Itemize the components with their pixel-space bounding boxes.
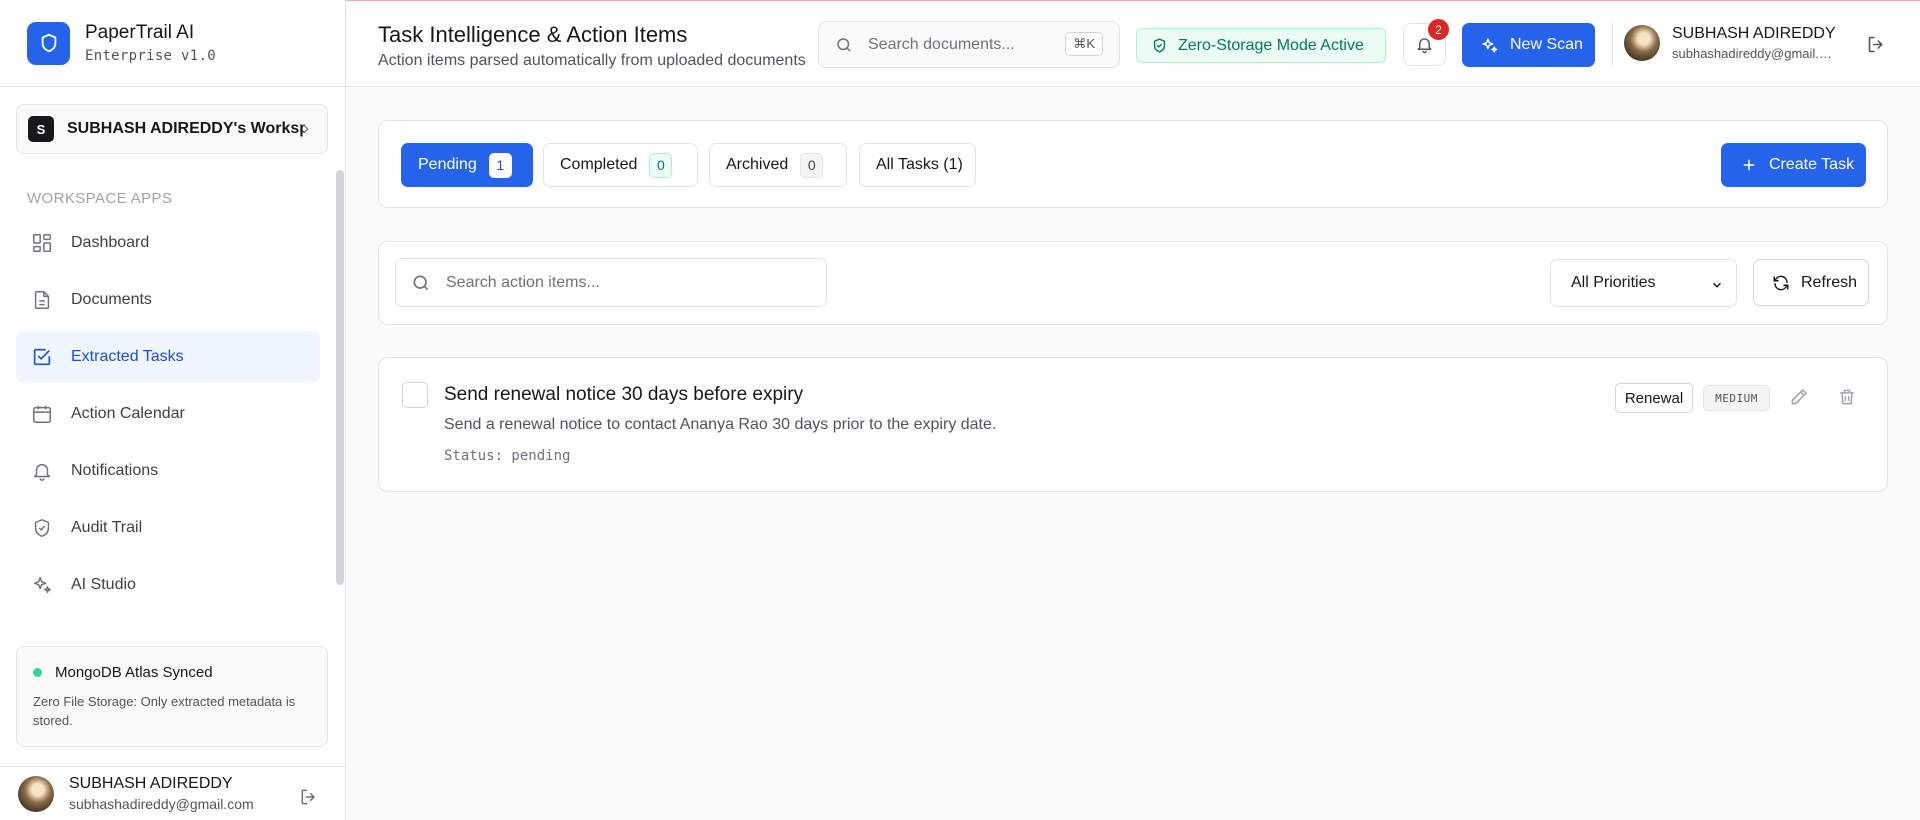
- chevron-down-icon: [1713, 282, 1721, 288]
- search-icon: [837, 37, 851, 52]
- tab-count: 0: [649, 152, 673, 178]
- top-header: Task Intelligence & Action Items Action …: [346, 0, 1920, 87]
- tab-archived[interactable]: Archived 0: [709, 143, 847, 187]
- sidebar-user: SUBHASH ADIREDDY subhashadireddy@gmail.c…: [0, 766, 345, 820]
- trash-icon[interactable]: [1837, 387, 1857, 407]
- shield-logo-icon: [27, 21, 70, 65]
- plus-icon: [1743, 159, 1755, 171]
- header-divider: [1612, 23, 1613, 67]
- sparkles-icon: [33, 576, 51, 594]
- brand-name: PaperTrail AI: [85, 22, 195, 43]
- action-item-search-input[interactable]: Search action items...: [395, 258, 827, 307]
- shortcut-hint: ⌘K: [1065, 32, 1103, 56]
- sidebar-nav: Dashboard Documents Extracted Tasks Acti…: [16, 217, 320, 616]
- tab-completed[interactable]: Completed 0: [543, 143, 698, 187]
- logout-icon[interactable]: [1866, 34, 1887, 55]
- sidebar-item-label: AI Studio: [71, 576, 136, 593]
- db-status-card: MongoDB Atlas Synced Zero File Storage: …: [16, 646, 328, 747]
- sidebar-item-notifications[interactable]: Notifications: [16, 445, 320, 497]
- chevron-right-icon: [303, 125, 309, 133]
- tab-label: Pending: [418, 156, 477, 173]
- brand: PaperTrail AI Enterprise v1.0: [0, 0, 345, 87]
- task-card: Send renewal notice 30 days before expir…: [378, 357, 1888, 492]
- checkbox-icon: [33, 348, 51, 366]
- tab-all-tasks[interactable]: All Tasks (1): [859, 143, 976, 187]
- tab-label: Completed: [560, 156, 638, 173]
- shield-check-icon: [1153, 38, 1166, 53]
- user-email: subhashadireddy@gmail.com: [69, 796, 254, 812]
- user-name: SUBHASH ADIREDDY: [69, 775, 233, 792]
- status-dot: [33, 668, 42, 677]
- new-scan-button[interactable]: New Scan: [1462, 23, 1595, 67]
- sidebar-item-label: Dashboard: [71, 234, 150, 251]
- db-status-description: Zero File Storage: Only extracted metada…: [33, 694, 296, 728]
- sparkles-icon: [1482, 37, 1498, 53]
- workspace-name: SUBHASH ADIREDDY's Workspace: [67, 120, 305, 137]
- notification-count-badge: 2: [1428, 19, 1449, 40]
- task-tabs-bar: Pending 1 Completed 0 Archived 0 All Tas…: [378, 120, 1888, 208]
- sidebar-item-label: Notifications: [71, 462, 159, 479]
- edit-pencil-icon[interactable]: [1789, 387, 1809, 407]
- refresh-label: Refresh: [1801, 273, 1858, 291]
- workspace-switcher[interactable]: S SUBHASH ADIREDDY's Workspace: [16, 104, 328, 154]
- sidebar-item-dashboard[interactable]: Dashboard: [16, 217, 320, 269]
- search-icon: [413, 275, 429, 290]
- task-status: Status: pending: [444, 448, 571, 464]
- brand-subtitle: Enterprise v1.0: [85, 48, 216, 64]
- user-email: subhashadireddy@gmail.com: [1672, 46, 1832, 61]
- sidebar-item-label: Extracted Tasks: [71, 348, 184, 365]
- task-description: Send a renewal notice to contact Ananya …: [444, 416, 997, 433]
- user-name: SUBHASH ADIREDDY: [1672, 25, 1836, 42]
- page-subtitle: Action items parsed automatically from u…: [378, 52, 806, 69]
- create-task-button[interactable]: Create Task: [1721, 143, 1866, 187]
- sidebar-item-label: Documents: [71, 291, 152, 308]
- dashboard-icon: [33, 234, 51, 252]
- section-label: WORKSPACE APPS: [27, 190, 173, 207]
- header-user[interactable]: SUBHASH ADIREDDY subhashadireddy@gmail.c…: [1624, 25, 1836, 61]
- task-tag: Renewal: [1615, 383, 1693, 413]
- avatar: [1624, 25, 1660, 61]
- page-title: Task Intelligence & Action Items: [378, 22, 688, 47]
- sidebar-item-label: Audit Trail: [71, 519, 143, 536]
- sidebar-item-ai-studio[interactable]: AI Studio: [16, 559, 320, 611]
- tab-label: Archived: [726, 156, 789, 173]
- tab-count: 1: [488, 152, 512, 178]
- calendar-icon: [33, 405, 51, 423]
- search-placeholder: Search action items...: [446, 273, 600, 291]
- sidebar-item-documents[interactable]: Documents: [16, 274, 320, 326]
- sidebar-item-audit-trail[interactable]: Audit Trail: [16, 502, 320, 554]
- priority-selected-value: All Priorities: [1571, 274, 1656, 291]
- sidebar-item-extracted-tasks[interactable]: Extracted Tasks: [16, 331, 320, 383]
- sidebar: PaperTrail AI Enterprise v1.0 S SUBHASH …: [0, 0, 346, 820]
- shield-check-icon: [34, 519, 50, 537]
- filter-bar: Search action items... All Priorities Re…: [378, 241, 1888, 325]
- refresh-button[interactable]: Refresh: [1753, 259, 1869, 306]
- priority-badge: MEDIUM: [1703, 385, 1770, 411]
- document-search-input[interactable]: Search documents... ⌘K: [818, 21, 1120, 68]
- task-complete-checkbox[interactable]: [402, 382, 428, 408]
- sidebar-scrollbar[interactable]: [336, 170, 344, 585]
- tab-pending[interactable]: Pending 1: [401, 143, 533, 187]
- workspace-avatar: S: [28, 116, 54, 142]
- avatar[interactable]: [18, 775, 54, 812]
- tab-count: 0: [800, 152, 824, 178]
- bell-icon: [33, 463, 51, 481]
- sidebar-item-label: Action Calendar: [71, 405, 185, 422]
- search-placeholder: Search documents...: [868, 35, 1015, 53]
- new-scan-label: New Scan: [1510, 36, 1583, 53]
- logout-icon[interactable]: [299, 787, 319, 807]
- zero-storage-label: Zero-Storage Mode Active: [1178, 36, 1364, 54]
- document-icon: [34, 291, 50, 309]
- refresh-icon: [1773, 275, 1789, 290]
- sidebar-item-action-calendar[interactable]: Action Calendar: [16, 388, 320, 440]
- task-title: Send renewal notice 30 days before expir…: [444, 384, 804, 405]
- db-status-title: MongoDB Atlas Synced: [55, 664, 213, 681]
- create-task-label: Create Task: [1769, 156, 1855, 173]
- tab-label: All Tasks (1): [876, 156, 963, 173]
- zero-storage-badge: Zero-Storage Mode Active: [1136, 28, 1386, 63]
- priority-select[interactable]: All Priorities: [1550, 259, 1737, 307]
